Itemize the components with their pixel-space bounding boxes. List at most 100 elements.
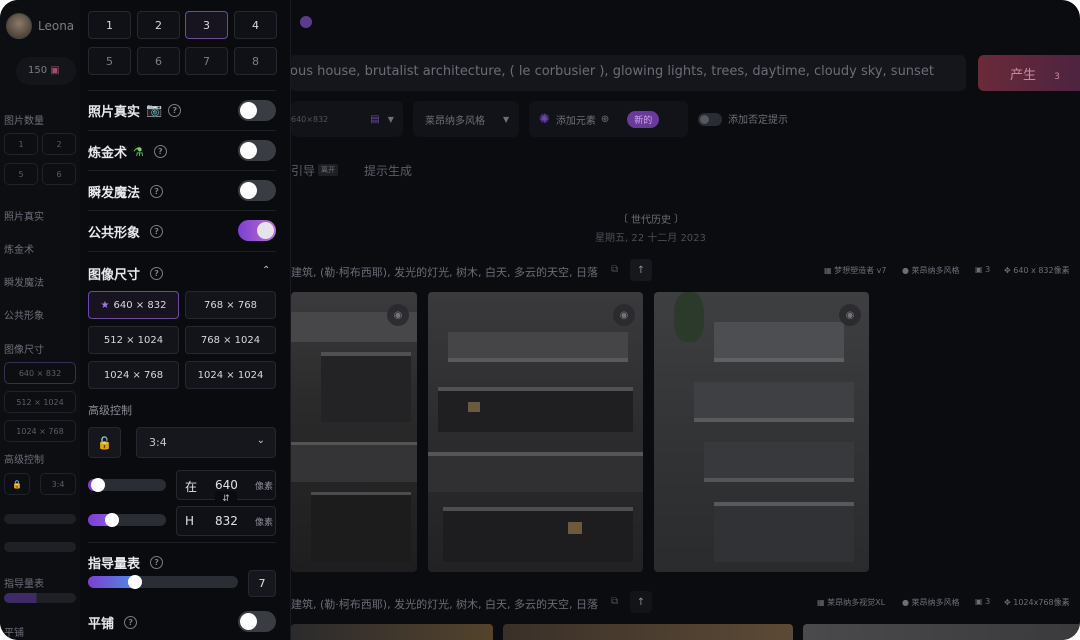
add-element-button[interactable]: ✺ 添加元素 ⊕ 新的 [529, 101, 688, 137]
star-icon: ★ [100, 299, 110, 311]
lock-icon[interactable]: 🔒 [4, 473, 30, 495]
alchemy-toggle[interactable] [238, 140, 276, 161]
swap-icon[interactable]: ⇵ [215, 491, 237, 507]
size-option-1024x768[interactable]: 1024 × 768 [88, 361, 179, 389]
copy-icon[interactable]: ⧉ [611, 264, 618, 275]
help-icon[interactable]: ? [124, 616, 138, 629]
size-button[interactable]: 640 × 832 [4, 362, 76, 384]
photo-real-toggle[interactable] [238, 100, 276, 121]
generated-image[interactable]: ◉ [654, 292, 869, 572]
divider [88, 130, 276, 131]
tab-guidance-badge: 离开 [318, 164, 338, 176]
num-button[interactable]: 2 [42, 133, 76, 155]
generated-image[interactable] [503, 624, 793, 640]
height-slider[interactable] [88, 513, 166, 527]
generated-image[interactable] [803, 624, 1080, 640]
public-label: 公共形象 [4, 311, 44, 322]
prompt-magic-toggle[interactable] [238, 180, 276, 201]
num-images-4[interactable]: 4 [234, 11, 277, 39]
style-select[interactable]: 莱昂纳多风格 ▼ [413, 101, 519, 137]
negative-prompt-toggle[interactable] [698, 113, 722, 126]
eye-icon[interactable]: ◉ [839, 304, 861, 326]
size-option-768x1024[interactable]: 768 × 1024 [185, 326, 276, 354]
token-icon: ▣ [50, 65, 60, 76]
help-icon[interactable]: ? [168, 104, 182, 117]
model-icon: ▤ [370, 113, 380, 125]
num-images-6[interactable]: 6 [137, 47, 180, 75]
eye-icon[interactable]: ◉ [613, 304, 635, 326]
upload-icon[interactable]: ↑ [630, 259, 652, 281]
divider [88, 542, 276, 543]
num-images-3[interactable]: 3 [185, 11, 228, 39]
public-toggle[interactable] [238, 220, 276, 241]
num-button[interactable]: 6 [42, 163, 76, 185]
camera-icon: 📷 [146, 103, 163, 118]
height-slider[interactable] [4, 542, 76, 552]
num-images-1[interactable]: 1 [88, 11, 131, 39]
public-label: 公共形象 [88, 226, 141, 241]
width-slider[interactable] [4, 514, 76, 524]
upload-icon[interactable]: ↑ [630, 591, 652, 613]
generate-label: 产生 [1010, 68, 1037, 83]
generation-dims-value: 1024x768像素 [1013, 598, 1070, 607]
num-images-8[interactable]: 8 [234, 47, 277, 75]
help-icon[interactable]: ? [150, 556, 164, 569]
slider-handle[interactable] [128, 575, 142, 589]
generation-count: ▣ 3 [975, 597, 991, 606]
lock-icon[interactable]: 🔓 [88, 427, 121, 458]
width-prefix: 在 [185, 480, 198, 494]
generated-image[interactable]: ◉ [428, 292, 643, 572]
copy-icon[interactable]: ⧉ [611, 596, 618, 607]
generated-image[interactable] [291, 624, 493, 640]
eye-icon[interactable]: ◉ [387, 304, 409, 326]
help-icon[interactable]: ? [150, 225, 164, 238]
num-button[interactable]: 5 [4, 163, 38, 185]
generation-style: ● 莱昂纳多风格 [902, 598, 960, 607]
width-slider[interactable] [88, 478, 166, 492]
app-window: Leona 150 ▣ 图片数量 1 2 5 6 照片真实 炼金术 瞬发魔法 公… [0, 0, 1080, 640]
size-button[interactable]: 1024 × 768 [4, 420, 76, 442]
chevron-up-icon[interactable]: ⌃ [262, 265, 270, 276]
aspect-select[interactable]: 3:4 [40, 473, 76, 495]
tiling-label: 平铺 [88, 617, 115, 632]
prompt-input[interactable]: ous house, brutalist architecture, ( le … [290, 55, 966, 91]
generate-button[interactable]: 产生 3 [978, 55, 1080, 91]
tiling-label: 平铺 [4, 628, 24, 639]
help-icon[interactable]: ? [150, 185, 164, 198]
height-field[interactable]: H 832 像素 [176, 506, 276, 536]
alchemy-row: 炼金术 ⚗ ? [88, 142, 167, 161]
height-value[interactable]: 832 [215, 514, 238, 528]
width-value[interactable]: 640 [215, 478, 238, 492]
model-select[interactable]: 640×832 ▤ ▼ [291, 101, 403, 137]
guidance-value[interactable]: 7 [248, 570, 276, 597]
size-option-1024x1024[interactable]: 1024 × 1024 [185, 361, 276, 389]
num-button[interactable]: 1 [4, 133, 38, 155]
aspect-ratio-select[interactable]: 3:4 ⌄ [136, 427, 276, 458]
num-images-2[interactable]: 2 [137, 11, 180, 39]
generated-image[interactable]: ◉ [291, 292, 417, 572]
size-option-768x768[interactable]: 768 × 768 [185, 291, 276, 319]
add-element-label: 添加元素 [555, 115, 596, 127]
help-icon[interactable]: ? [153, 145, 167, 158]
tab-guidance[interactable]: 引导 [291, 162, 315, 179]
tab-prompt-generation[interactable]: 提示生成 [364, 162, 412, 179]
size-label: 640 × 832 [113, 299, 167, 311]
avatar[interactable] [6, 13, 32, 39]
height-unit: 像素 [255, 518, 274, 528]
num-images-7[interactable]: 7 [185, 47, 228, 75]
generation-model: ▦ 梦想塑造者 v7 [824, 266, 887, 275]
guidance-slider[interactable] [4, 593, 76, 603]
info-dot-icon [300, 16, 312, 28]
guidance-label: 指导量表 [4, 579, 44, 590]
guidance-slider[interactable] [88, 575, 238, 589]
size-option-512x1024[interactable]: 512 × 1024 [88, 326, 179, 354]
tiling-toggle[interactable] [238, 611, 276, 632]
help-icon[interactable]: ? [150, 267, 164, 280]
slider-handle[interactable] [105, 513, 119, 527]
size-option-640x832[interactable]: ★ 640 × 832 [88, 291, 179, 319]
num-images-5[interactable]: 5 [88, 47, 131, 75]
token-balance[interactable]: 150 ▣ [16, 57, 76, 85]
size-button[interactable]: 512 × 1024 [4, 391, 76, 413]
image-size-row: 图像尺寸 ? [88, 264, 164, 283]
slider-handle[interactable] [91, 478, 105, 492]
